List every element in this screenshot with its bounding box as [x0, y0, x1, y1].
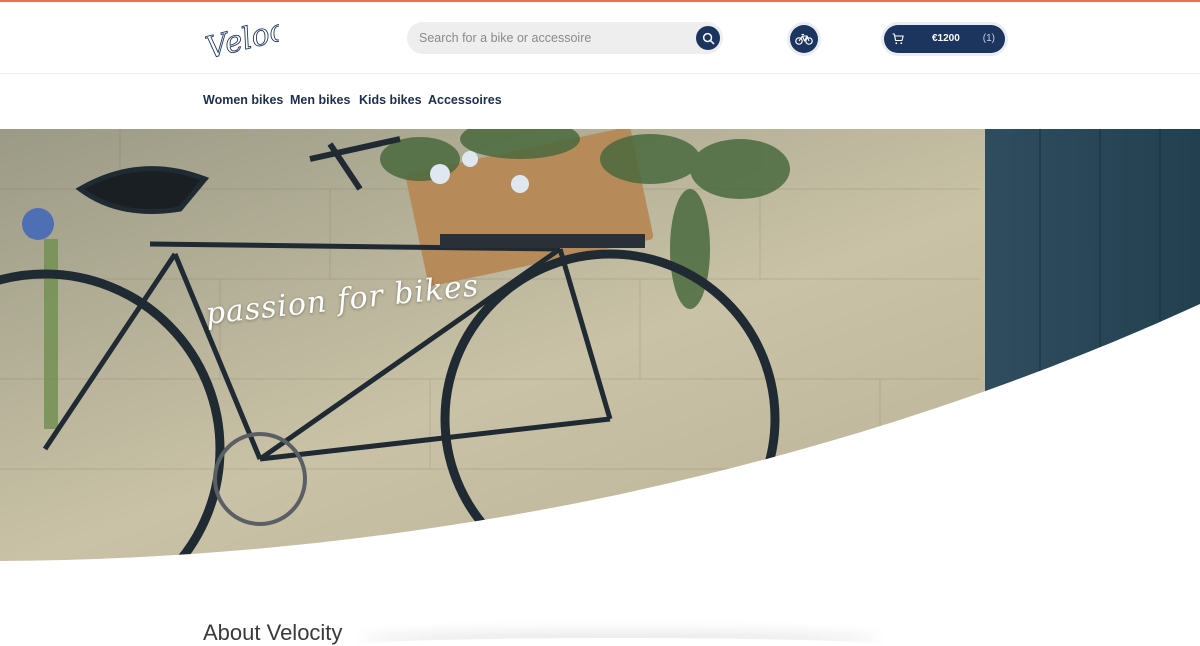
search-icon	[702, 32, 714, 44]
cart-total: €1200	[932, 33, 960, 44]
nav-item-accessoires[interactable]: Accessoires	[428, 93, 502, 107]
velocity-logo-mark: Velocity	[203, 8, 279, 67]
velocity-logo[interactable]: Velocity	[203, 8, 279, 68]
about-section: About Velocity	[0, 600, 1200, 646]
nav-item-kids-bikes[interactable]: Kids bikes	[359, 93, 422, 107]
bicycle-icon	[795, 33, 813, 45]
about-divider-shadow	[360, 638, 880, 646]
cart-count: (1)	[982, 33, 995, 44]
site-header: Velocity €1200 (1)	[0, 2, 1200, 74]
main-nav: Women bikes Men bikes Kids bikes Accesso…	[0, 75, 1200, 129]
svg-text:Velocity: Velocity	[203, 8, 279, 66]
nav-item-men-bikes[interactable]: Men bikes	[290, 93, 350, 107]
search-input[interactable]	[419, 22, 689, 54]
search-bar	[407, 22, 723, 54]
nav-item-women-bikes[interactable]: Women bikes	[203, 93, 283, 107]
cart-button[interactable]: €1200 (1)	[884, 25, 1005, 53]
about-title: About Velocity	[203, 620, 343, 645]
hero-image	[0, 129, 1200, 569]
search-button[interactable]	[696, 26, 720, 50]
bike-button[interactable]	[790, 25, 818, 53]
cart-icon	[892, 33, 904, 45]
hero-banner: passion for bikes	[0, 129, 1200, 569]
